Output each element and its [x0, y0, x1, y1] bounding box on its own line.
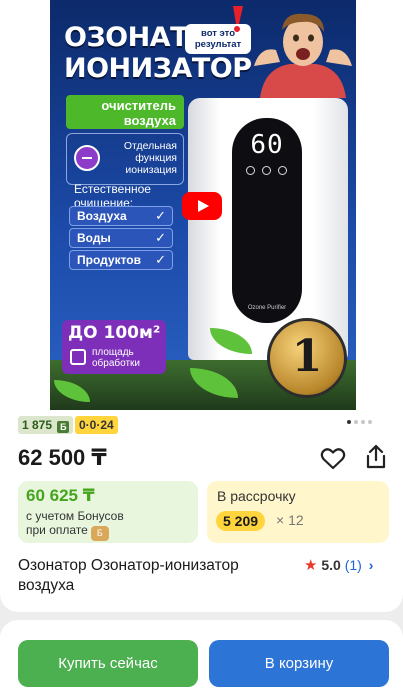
check-icon: ✓ — [155, 230, 166, 245]
product-card: ОЗОНАТОР ИОНИЗАТОР вот это результат очи… — [0, 0, 403, 612]
bonus-badge-value: 1 875 — [22, 418, 53, 432]
installment-box[interactable]: В рассрочку 5 209 × 12 — [207, 481, 389, 543]
installment-label: В рассрочку — [217, 488, 296, 504]
carousel-dot — [361, 420, 365, 424]
area-caption: площадь обработки — [92, 347, 140, 369]
medal-number: 1 — [291, 331, 323, 382]
rating-value: 5.0 — [321, 557, 341, 573]
person-image — [254, 13, 352, 98]
banner-title-line2: ИОНИЗАТОР — [64, 53, 252, 84]
installment-amount: 5 209 — [216, 511, 266, 531]
pill-water-label: Воды — [77, 231, 111, 245]
medal-badge: 1 — [267, 318, 347, 398]
buy-now-button[interactable]: Купить сейчас — [18, 640, 198, 687]
check-icon: ✓ — [155, 252, 166, 267]
product-price: 62 500 ₸ — [18, 445, 107, 470]
carousel-dot — [354, 420, 358, 424]
area-caption-line2: обработки — [92, 358, 141, 369]
area-badge: ДО 100м² площадь обработки — [62, 320, 166, 374]
video-play-icon[interactable] — [182, 192, 222, 220]
check-icon: ✓ — [155, 208, 166, 223]
bonus-price-box[interactable]: 60 625 ₸ с учетом Бонусов при оплате Б — [18, 481, 198, 543]
device-button-icon — [262, 166, 271, 175]
pill-water: Воды ✓ — [69, 228, 173, 248]
bonus-badge: 1 875 Б — [18, 416, 74, 434]
bubble-line2: результат — [194, 39, 242, 50]
device-button-icon — [246, 166, 255, 175]
device-label: Ozone Purifier — [247, 305, 287, 311]
green-label: очиститель воздуха — [66, 95, 184, 129]
review-count[interactable]: (1) — [345, 557, 362, 573]
exclamation-icon — [233, 6, 243, 32]
device-panel: 60 Ozone Purifier — [232, 118, 302, 323]
bonus-price: 60 625 ₸ — [26, 486, 95, 505]
product-title: Озонатор Озонатор-ионизатор воздуха — [18, 557, 239, 594]
heart-icon[interactable] — [320, 447, 346, 471]
area-caption-line1: площадь — [92, 347, 134, 358]
carousel-indicator[interactable] — [347, 420, 375, 424]
pill-air: Воздуха ✓ — [69, 206, 173, 226]
chevron-right-icon: › — [368, 557, 374, 573]
device-button-icon — [278, 166, 287, 175]
bonus-note-line2: при оплате — [26, 523, 88, 537]
bottom-action-bar: Купить сейчас В корзину — [0, 620, 403, 699]
pill-air-label: Воздуха — [77, 209, 127, 223]
rating[interactable]: ★ 5.0 (1) › — [304, 556, 373, 575]
carousel-dot — [368, 420, 372, 424]
pill-products-label: Продуктов — [77, 253, 141, 267]
ionization-icon — [74, 145, 100, 171]
green-label-line1: очиститель — [101, 98, 176, 113]
area-icon — [70, 349, 86, 365]
installment-badge: 0·0·24 — [75, 416, 118, 434]
share-icon[interactable] — [364, 444, 388, 470]
carousel-dot-active — [347, 420, 351, 424]
device-image: 60 Ozone Purifier — [188, 98, 348, 360]
bonus-coin-icon: Б — [90, 526, 109, 541]
star-icon: ★ — [304, 557, 318, 574]
area-value: ДО 100м² — [68, 323, 161, 343]
device-display: 60 — [250, 130, 284, 160]
green-label-line2: воздуха — [123, 113, 176, 128]
pill-products: Продуктов ✓ — [69, 250, 173, 270]
bonus-icon: Б — [57, 421, 70, 433]
installment-months: × 12 — [276, 512, 304, 528]
natural-line1: Естественное — [74, 182, 151, 196]
product-image[interactable]: ОЗОНАТОР ИОНИЗАТОР вот это результат очи… — [50, 0, 356, 410]
bonus-note: с учетом Бонусов при оплате Б — [26, 509, 124, 541]
add-to-cart-button[interactable]: В корзину — [209, 640, 389, 687]
bonus-note-line1: с учетом Бонусов — [26, 509, 124, 523]
